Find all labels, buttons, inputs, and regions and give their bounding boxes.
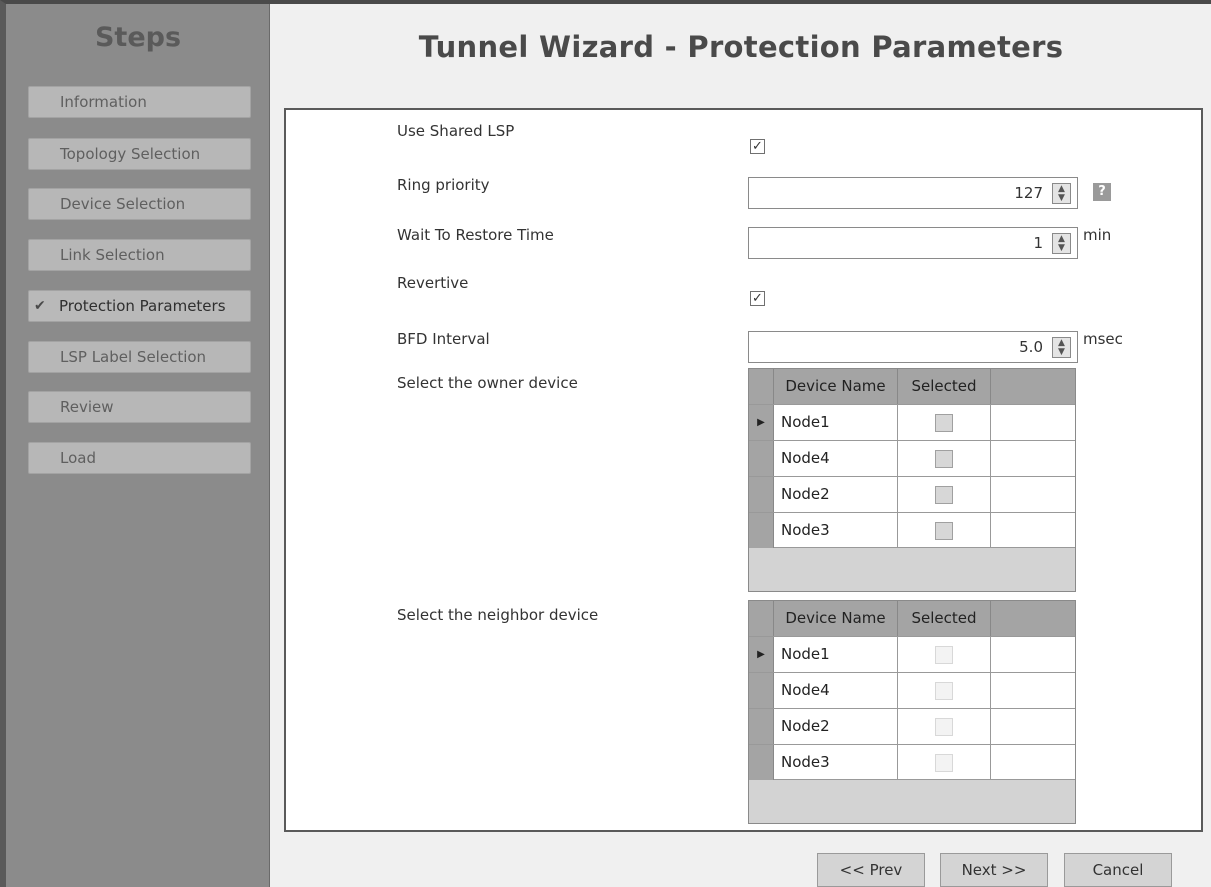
- row-header-corner: [749, 601, 774, 636]
- step-label: Topology Selection: [60, 145, 201, 163]
- spinner-arrows-icon[interactable]: ▲ ▼: [1052, 233, 1071, 254]
- step-topology-selection[interactable]: Topology Selection: [28, 138, 251, 170]
- bfd-interval-spinbox[interactable]: 5.0 ▲ ▼: [748, 331, 1078, 363]
- table-row[interactable]: Node3: [749, 512, 1075, 548]
- table-row[interactable]: Node2: [749, 476, 1075, 512]
- owner-device-label: Select the owner device: [397, 374, 578, 392]
- selected-checkbox[interactable]: [935, 414, 953, 432]
- step-label: Protection Parameters: [59, 297, 226, 315]
- step-label: Device Selection: [60, 195, 186, 213]
- spinner-arrows-icon[interactable]: ▲ ▼: [1052, 337, 1071, 358]
- cancel-button[interactable]: Cancel: [1064, 853, 1172, 887]
- selected-cell: [898, 441, 991, 476]
- table-row[interactable]: Node3: [749, 744, 1075, 780]
- step-link-selection[interactable]: Link Selection: [28, 239, 251, 271]
- table-row[interactable]: Node4: [749, 440, 1075, 476]
- device-name-cell: Node4: [774, 673, 898, 708]
- column-header-device-name[interactable]: Device Name: [774, 601, 898, 636]
- table-row[interactable]: Node2: [749, 708, 1075, 744]
- selected-cell: [898, 637, 991, 672]
- page-title: Tunnel Wizard - Protection Parameters: [418, 30, 1064, 64]
- sidebar-title: Steps: [94, 22, 182, 53]
- table-row[interactable]: ▶ Node1: [749, 404, 1075, 440]
- row-header: [749, 477, 774, 512]
- table-row[interactable]: ▶ Node1: [749, 636, 1075, 672]
- table-row[interactable]: Node4: [749, 672, 1075, 708]
- help-icon[interactable]: ?: [1093, 183, 1111, 201]
- selected-checkbox: [935, 646, 953, 664]
- step-protection-parameters[interactable]: ✔ Protection Parameters: [28, 290, 251, 322]
- bfd-interval-label: BFD Interval: [397, 330, 490, 348]
- spinner-arrows-icon[interactable]: ▲ ▼: [1052, 183, 1071, 204]
- protection-parameters-form: Use Shared LSP ✓ Ring priority 127 ▲ ▼ ? …: [284, 108, 1203, 832]
- column-header-selected[interactable]: Selected: [898, 601, 991, 636]
- neighbor-device-label: Select the neighbor device: [397, 606, 599, 624]
- steps-sidebar: Steps Information Topology Selection Dev…: [6, 4, 270, 887]
- wait-to-restore-label: Wait To Restore Time: [397, 226, 554, 244]
- selected-cell: [898, 673, 991, 708]
- checkmark-icon: ✔: [34, 298, 46, 314]
- row-header: [749, 709, 774, 744]
- bfd-interval-value: 5.0: [1019, 338, 1043, 356]
- selected-checkbox: [935, 718, 953, 736]
- row-header: [749, 441, 774, 476]
- column-header-selected[interactable]: Selected: [898, 369, 991, 404]
- step-label: Link Selection: [60, 246, 165, 264]
- selected-cell: [898, 709, 991, 744]
- prev-button[interactable]: << Prev: [817, 853, 925, 887]
- selected-cell: [898, 513, 991, 548]
- grid-header: Device Name Selected: [749, 601, 1075, 636]
- step-information[interactable]: Information: [28, 86, 251, 118]
- neighbor-device-grid: Device Name Selected ▶ Node1 Node4 Node2: [748, 600, 1076, 824]
- device-name-cell: Node1: [774, 405, 898, 440]
- use-shared-lsp-checkbox[interactable]: ✓: [750, 139, 765, 154]
- ring-priority-spinbox[interactable]: 127 ▲ ▼: [748, 177, 1078, 209]
- ring-priority-label: Ring priority: [397, 176, 490, 194]
- step-load[interactable]: Load: [28, 442, 251, 474]
- device-name-cell: Node2: [774, 709, 898, 744]
- step-label: Load: [60, 449, 96, 467]
- device-name-cell: Node4: [774, 441, 898, 476]
- selected-cell: [898, 745, 991, 780]
- device-name-cell: Node3: [774, 513, 898, 548]
- selected-checkbox[interactable]: [935, 486, 953, 504]
- step-review[interactable]: Review: [28, 391, 251, 423]
- device-name-cell: Node1: [774, 637, 898, 672]
- row-header: [749, 745, 774, 780]
- selected-checkbox: [935, 754, 953, 772]
- owner-device-grid: Device Name Selected ▶ Node1 Node4 Node2: [748, 368, 1076, 592]
- column-header-filler: [991, 369, 1075, 404]
- ring-priority-value: 127: [1014, 184, 1043, 202]
- selected-checkbox[interactable]: [935, 450, 953, 468]
- grid-header: Device Name Selected: [749, 369, 1075, 404]
- bfd-interval-unit: msec: [1083, 330, 1123, 348]
- row-header: [749, 513, 774, 548]
- step-device-selection[interactable]: Device Selection: [28, 188, 251, 220]
- device-name-cell: Node3: [774, 745, 898, 780]
- step-label: LSP Label Selection: [60, 348, 207, 366]
- column-header-filler: [991, 601, 1075, 636]
- selected-checkbox: [935, 682, 953, 700]
- column-header-device-name[interactable]: Device Name: [774, 369, 898, 404]
- wait-to-restore-unit: min: [1083, 226, 1112, 244]
- wait-to-restore-value: 1: [1033, 234, 1043, 252]
- main-panel: Tunnel Wizard - Protection Parameters Us…: [271, 4, 1211, 887]
- revertive-checkbox[interactable]: ✓: [750, 291, 765, 306]
- selected-cell: [898, 477, 991, 512]
- use-shared-lsp-label: Use Shared LSP: [397, 122, 515, 140]
- selected-checkbox[interactable]: [935, 522, 953, 540]
- wait-to-restore-spinbox[interactable]: 1 ▲ ▼: [748, 227, 1078, 259]
- row-pointer-icon: ▶: [749, 405, 774, 440]
- revertive-label: Revertive: [397, 274, 469, 292]
- step-lsp-label-selection[interactable]: LSP Label Selection: [28, 341, 251, 373]
- selected-cell: [898, 405, 991, 440]
- device-name-cell: Node2: [774, 477, 898, 512]
- next-button[interactable]: Next >>: [940, 853, 1048, 887]
- row-header: [749, 673, 774, 708]
- step-label: Information: [60, 93, 147, 111]
- step-label: Review: [60, 398, 114, 416]
- row-pointer-icon: ▶: [749, 637, 774, 672]
- row-header-corner: [749, 369, 774, 404]
